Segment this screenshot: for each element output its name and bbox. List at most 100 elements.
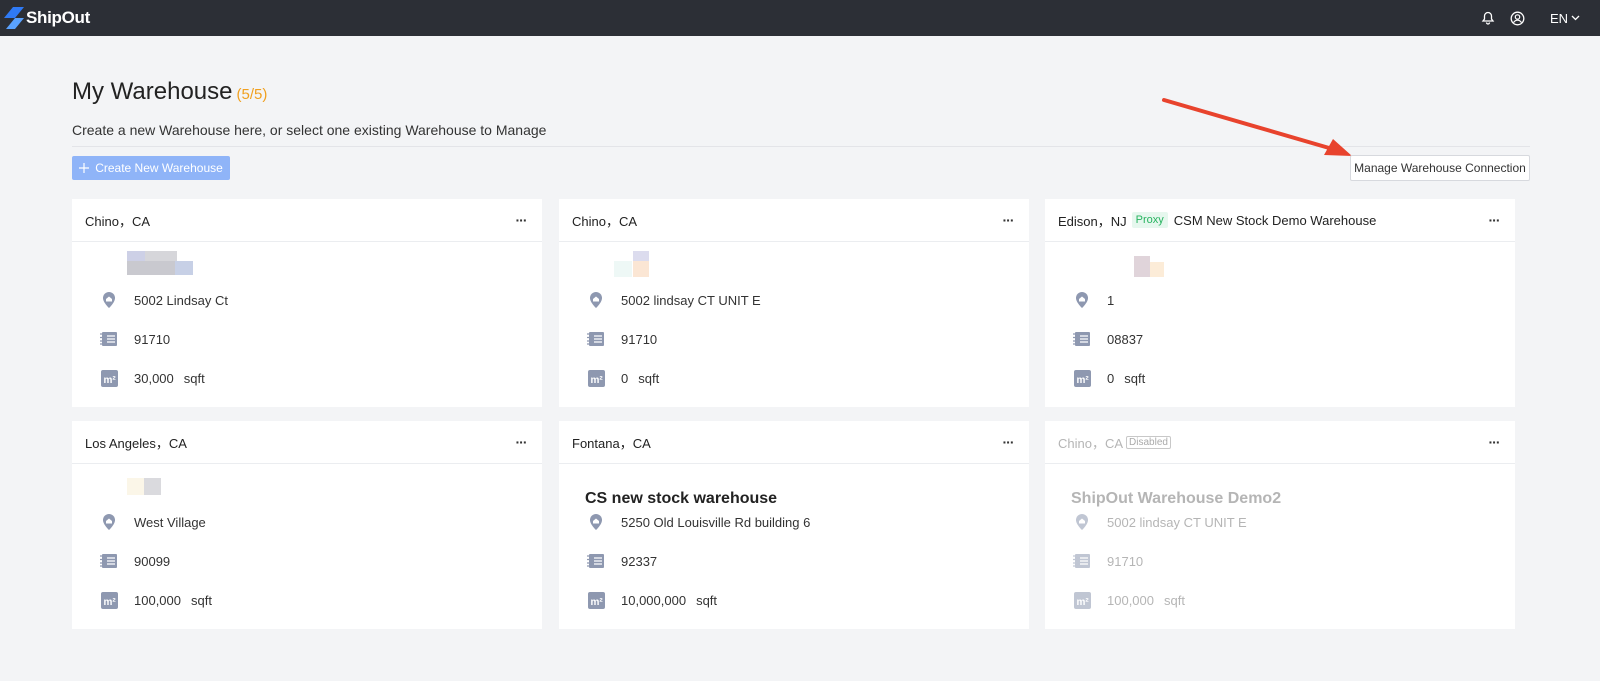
- area-row: m² 0 sqft: [587, 369, 659, 387]
- svg-text:m²: m²: [1076, 597, 1089, 608]
- language-label: EN: [1549, 10, 1568, 26]
- page-title-text: My Warehouse: [72, 78, 233, 105]
- warehouse-logo-image: [127, 478, 161, 495]
- create-warehouse-label: Create New Warehouse: [95, 161, 223, 175]
- warehouse-location: Edison，NJ: [1058, 213, 1127, 229]
- warehouse-count: (5/5): [236, 86, 268, 103]
- manage-warehouse-connection-button[interactable]: Manage Warehouse Connection: [1350, 155, 1530, 181]
- location-pin-icon: [1073, 291, 1091, 309]
- warehouse-zip: 91710: [621, 331, 658, 347]
- zip-row: 92337: [587, 552, 657, 570]
- card-header: Chino，CA ···: [559, 199, 1029, 242]
- warehouse-card[interactable]: Chino，CA ··· 5002 lindsay CT UNIT E 9171…: [559, 199, 1029, 407]
- location-pin-icon: [587, 291, 605, 309]
- zipcode-icon: [100, 330, 118, 348]
- area-row: m² 100,000 sqft: [100, 591, 212, 609]
- more-options-icon[interactable]: ···: [512, 433, 530, 451]
- warehouse-card-disabled[interactable]: Chino，CA Disabled ··· ShipOut Warehouse …: [1045, 421, 1515, 629]
- warehouse-card[interactable]: Edison，NJ Proxy CSM New Stock Demo Wareh…: [1045, 199, 1515, 407]
- warehouse-area: 0: [1107, 370, 1115, 386]
- svg-text:m²: m²: [590, 375, 603, 386]
- disabled-badge: Disabled: [1126, 435, 1171, 449]
- address-row: 5002 lindsay CT UNIT E: [587, 291, 761, 309]
- svg-text:m²: m²: [590, 597, 603, 608]
- warehouse-address: 5002 lindsay CT UNIT E: [621, 292, 761, 308]
- warehouse-zip: 08837: [1107, 331, 1144, 347]
- zipcode-icon: [587, 552, 605, 570]
- language-selector[interactable]: EN: [1550, 11, 1580, 26]
- warehouse-card[interactable]: Fontana，CA ··· CS new stock warehouse 52…: [559, 421, 1029, 629]
- more-options-icon[interactable]: ···: [999, 211, 1017, 229]
- warehouse-zip: 91710: [1107, 553, 1144, 569]
- more-options-icon[interactable]: ···: [1485, 433, 1503, 451]
- area-unit: sqft: [638, 370, 660, 386]
- zip-row: 90099: [100, 552, 170, 570]
- area-unit: sqft: [1164, 592, 1185, 608]
- shipout-logo[interactable]: ShipOut: [4, 6, 90, 30]
- manage-warehouse-connection-label: Manage Warehouse Connection: [1354, 161, 1526, 175]
- warehouse-address: 5002 lindsay CT UNIT E: [1107, 514, 1247, 530]
- warehouse-address: 5250 Old Louisville Rd building 6: [621, 514, 811, 530]
- warehouse-zip: 91710: [134, 331, 171, 347]
- card-header: Chino，CA Disabled ···: [1045, 421, 1515, 464]
- area-icon: m²: [587, 591, 605, 609]
- address-row: 5002 lindsay CT UNIT E: [1073, 513, 1247, 531]
- top-navigation-bar: ShipOut EN: [0, 0, 1600, 36]
- location-pin-icon: [1073, 513, 1091, 531]
- warehouse-location: Fontana，CA: [572, 435, 651, 451]
- area-icon: m²: [1073, 369, 1091, 387]
- more-options-icon[interactable]: ···: [1485, 211, 1503, 229]
- warehouse-card[interactable]: Chino，CA ··· 5002 Lindsay Ct 91710 m² 30…: [72, 199, 542, 407]
- zip-row: 08837: [1073, 330, 1143, 348]
- zipcode-icon: [587, 330, 605, 348]
- warehouse-area: 30,000: [134, 370, 174, 386]
- warehouse-zip: 90099: [134, 553, 171, 569]
- warehouse-location: Chino，CA: [572, 213, 638, 229]
- card-header: Los Angeles，CA ···: [72, 421, 542, 464]
- page-subtitle: Create a new Warehouse here, or select o…: [72, 122, 547, 138]
- address-row: 1: [1073, 291, 1114, 309]
- warehouse-area: 100,000: [1107, 592, 1154, 608]
- address-row: 5002 Lindsay Ct: [100, 291, 228, 309]
- svg-text:m²: m²: [1076, 375, 1089, 386]
- address-row: West Village: [100, 513, 206, 531]
- plus-icon: [79, 163, 90, 173]
- bell-icon[interactable]: [1480, 10, 1496, 26]
- card-header: Fontana，CA ···: [559, 421, 1029, 464]
- warehouse-address: 1: [1107, 292, 1115, 308]
- warehouse-zip: 92337: [621, 553, 658, 569]
- red-annotation-arrow: [1162, 98, 1352, 156]
- warehouse-location: Chino，CA: [85, 213, 151, 229]
- warehouse-address: West Village: [134, 514, 206, 530]
- warehouse-location: Los Angeles，CA: [85, 435, 187, 451]
- area-row: m² 30,000 sqft: [100, 369, 205, 387]
- area-icon: m²: [100, 369, 118, 387]
- warehouse-logo-image: [614, 251, 649, 277]
- zipcode-icon: [1073, 330, 1091, 348]
- logo-mark-icon: [4, 7, 24, 29]
- zip-row: 91710: [587, 330, 657, 348]
- area-row: m² 100,000 sqft: [1073, 591, 1185, 609]
- more-options-icon[interactable]: ···: [512, 211, 530, 229]
- zipcode-icon: [100, 552, 118, 570]
- location-pin-icon: [100, 291, 118, 309]
- warehouse-area: 10,000,000: [621, 592, 687, 608]
- warehouse-location: Chino，CA: [1058, 435, 1124, 451]
- area-icon: m²: [587, 369, 605, 387]
- area-row: m² 0 sqft: [1073, 369, 1145, 387]
- area-row: m² 10,000,000 sqft: [587, 591, 717, 609]
- area-unit: sqft: [191, 592, 212, 608]
- warehouse-card[interactable]: Los Angeles，CA ··· West Village 90099 m²…: [72, 421, 542, 629]
- area-unit: sqft: [183, 370, 205, 386]
- location-pin-icon: [587, 513, 605, 531]
- area-icon: m²: [100, 591, 118, 609]
- create-warehouse-button[interactable]: Create New Warehouse: [72, 156, 230, 180]
- warehouse-title: CSM New Stock Demo Warehouse: [1173, 212, 1377, 228]
- user-icon[interactable]: [1510, 10, 1526, 26]
- more-options-icon[interactable]: ···: [999, 433, 1017, 451]
- area-unit: sqft: [1124, 370, 1146, 386]
- warehouse-area: 100,000: [134, 592, 181, 608]
- proxy-badge: Proxy: [1131, 212, 1168, 228]
- chevron-down-icon: [1571, 15, 1580, 21]
- warehouse-area: 0: [621, 370, 629, 386]
